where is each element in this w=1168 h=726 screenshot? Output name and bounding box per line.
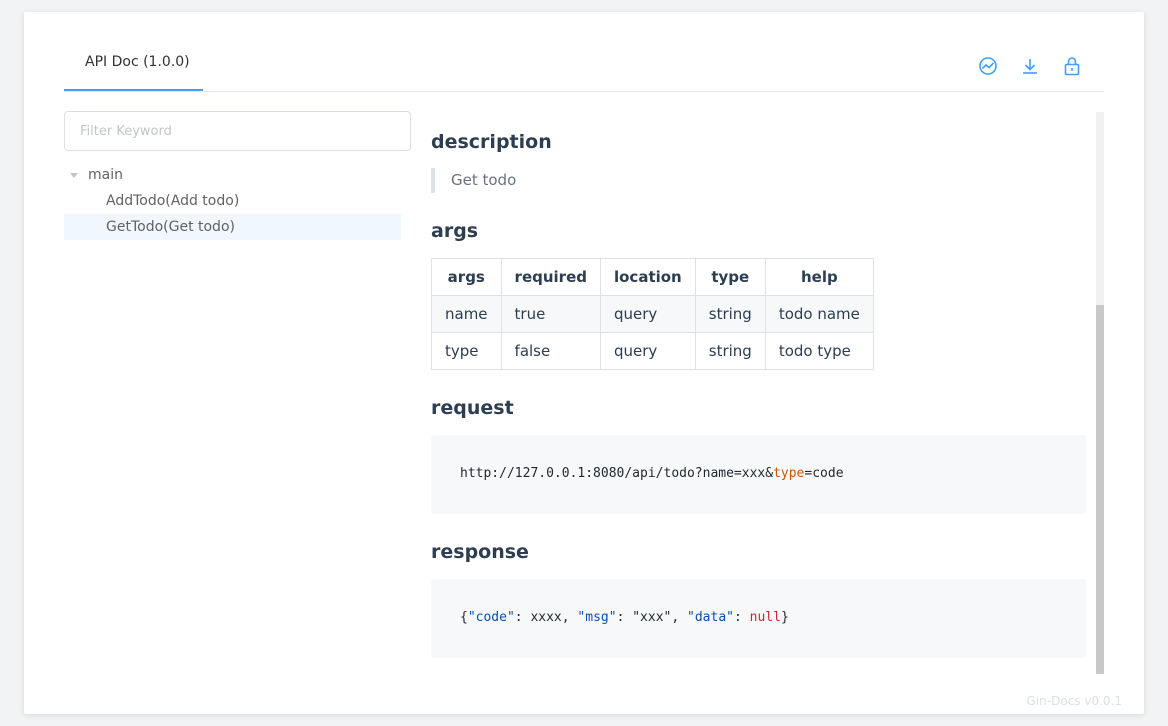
- description-heading: description: [431, 131, 552, 153]
- description-quote: Get todo: [431, 168, 516, 193]
- lock-icon[interactable]: [1062, 56, 1082, 76]
- tree-node-label: main: [88, 167, 123, 183]
- code-string: "xxx": [632, 610, 672, 625]
- table-header: type: [694, 258, 766, 296]
- code-text: : xxxx,: [514, 610, 578, 625]
- caret-down-icon[interactable]: [70, 172, 78, 178]
- content-scrollbar[interactable]: [1096, 112, 1104, 674]
- table-cell: name: [431, 295, 502, 333]
- table-header: args: [431, 258, 502, 296]
- tree-item-label: AddTodo(Add todo): [106, 193, 240, 209]
- tree-item-gettodo[interactable]: GetTodo(Get todo): [64, 214, 401, 240]
- request-code-block: http://127.0.0.1:8080/api/todo?name=xxx&…: [431, 435, 1086, 514]
- code-text: :: [733, 610, 750, 625]
- table-header-row: args required location type help: [431, 258, 874, 296]
- table-header: help: [764, 258, 874, 296]
- code-text: }: [780, 610, 789, 625]
- code-text: {: [460, 610, 468, 625]
- response-heading: response: [431, 541, 529, 563]
- main-card: API Doc (1.0.0) Filter Keyword main AddT…: [24, 12, 1144, 714]
- header-actions: [978, 56, 1082, 76]
- table-cell: todo name: [764, 295, 874, 333]
- code-key: "msg": [577, 610, 617, 625]
- code-key: "data": [687, 610, 734, 625]
- response-code-block: {"code": xxxx, "msg": "xxx", "data": nul…: [431, 579, 1086, 658]
- args-heading: args: [431, 220, 479, 242]
- table-row: type false query string todo type: [431, 332, 874, 370]
- code-text: =code: [804, 466, 844, 481]
- download-icon[interactable]: [1020, 56, 1040, 76]
- tab-api-doc[interactable]: API Doc (1.0.0): [64, 42, 203, 91]
- tree-node-main[interactable]: main: [64, 162, 401, 188]
- table-cell: false: [500, 332, 601, 370]
- table-header: location: [599, 258, 696, 296]
- table-cell: query: [599, 295, 696, 333]
- tree-item-addtodo[interactable]: AddTodo(Add todo): [64, 188, 401, 214]
- code-text: http://127.0.0.1:8080/api/todo?name=xxx&: [460, 466, 774, 481]
- code-text: ,: [671, 610, 688, 625]
- api-tree: main AddTodo(Add todo) GetTodo(Get todo): [64, 162, 401, 240]
- table-cell: string: [694, 332, 766, 370]
- table-header: required: [500, 258, 601, 296]
- table-cell: query: [599, 332, 696, 370]
- tab-bar: API Doc (1.0.0): [64, 42, 1104, 92]
- request-heading: request: [431, 397, 514, 419]
- doc-content: description Get todo args args required …: [431, 112, 1091, 674]
- code-text: :: [616, 610, 633, 625]
- table-cell: string: [694, 295, 766, 333]
- table-cell: type: [431, 332, 502, 370]
- code-keyword: type: [773, 466, 805, 481]
- share-icon[interactable]: [978, 56, 998, 76]
- table-cell: true: [500, 295, 601, 333]
- table-row: name true query string todo name: [431, 295, 874, 333]
- table-cell: todo type: [764, 332, 874, 370]
- filter-keyword-input[interactable]: [64, 111, 411, 151]
- version-footer: Gin-Docs v0.0.1: [1026, 694, 1122, 708]
- code-key: "code": [467, 610, 515, 625]
- scrollbar-thumb[interactable]: [1096, 305, 1104, 674]
- tree-item-label: GetTodo(Get todo): [106, 219, 235, 235]
- code-null: null: [749, 610, 781, 625]
- args-table: args required location type help name tr…: [431, 258, 874, 370]
